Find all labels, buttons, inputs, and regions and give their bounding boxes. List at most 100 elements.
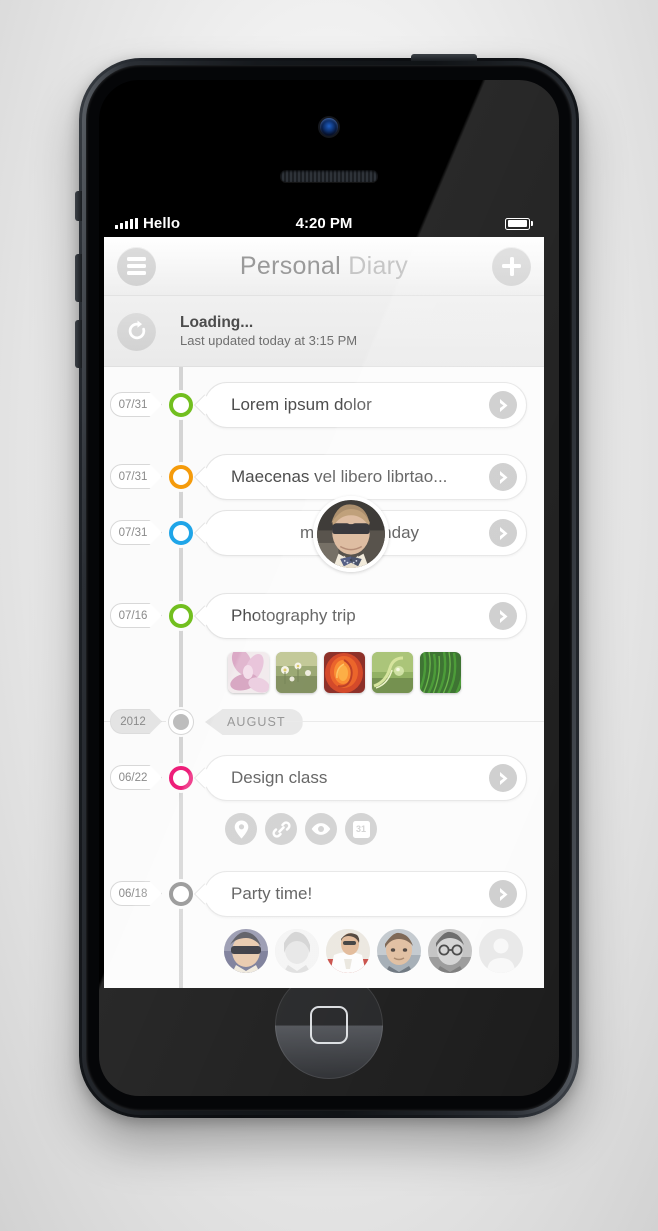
home-button-square-icon bbox=[310, 1006, 348, 1044]
entry-card[interactable]: Party time! bbox=[193, 871, 527, 917]
status-bar: Hello 4:20 PM bbox=[104, 210, 544, 237]
power-button[interactable] bbox=[411, 54, 477, 61]
entry-title: Design class bbox=[231, 768, 328, 787]
photo-thumbnail[interactable] bbox=[372, 652, 413, 693]
photo-red-rose-image bbox=[324, 652, 365, 693]
views-button[interactable] bbox=[305, 813, 337, 845]
date-badge: 07/16 bbox=[110, 603, 162, 628]
entry-card[interactable]: musHo birthday bbox=[193, 496, 527, 572]
timeline-marker bbox=[169, 393, 193, 417]
attendee-avatar[interactable] bbox=[377, 929, 421, 973]
chevron-right-icon bbox=[499, 887, 507, 901]
entry-disclosure-button[interactable] bbox=[489, 880, 517, 908]
entry-action-icons[interactable]: 31 bbox=[225, 813, 377, 845]
loading-subtitle: Last updated today at 3:15 PM bbox=[180, 332, 358, 348]
timeline-list[interactable]: 07/31 Lorem ipsum dolor 07/31 Maecenas v… bbox=[104, 367, 544, 988]
date-badge: 07/31 bbox=[110, 464, 162, 489]
timeline-marker bbox=[169, 710, 193, 734]
attendee-avatar[interactable] bbox=[224, 929, 268, 973]
face-light-image bbox=[275, 929, 319, 973]
timeline-marker bbox=[169, 604, 193, 628]
date-badge: 07/31 bbox=[110, 392, 162, 417]
entry-title: Photography trip bbox=[231, 606, 356, 625]
loading-text-block: Loading... Last updated today at 3:15 PM bbox=[170, 313, 357, 350]
attendee-avatar[interactable] bbox=[275, 929, 319, 973]
entry-disclosure-button[interactable] bbox=[489, 391, 517, 419]
signal-bars-icon bbox=[115, 218, 138, 229]
face-placeholder-image bbox=[479, 929, 523, 973]
entry-disclosure-button[interactable] bbox=[489, 764, 517, 792]
timeline-row[interactable]: 06/18 Party time! bbox=[104, 373, 544, 973]
face-white-shirt-image bbox=[326, 929, 370, 973]
eye-icon bbox=[311, 823, 331, 835]
hamburger-icon bbox=[127, 257, 146, 275]
page-title: Personal Diary bbox=[104, 252, 544, 281]
app-screen: Hello 4:20 PM Personal Diary Loading... … bbox=[104, 210, 544, 988]
photo-grass-image bbox=[420, 652, 461, 693]
entry-card[interactable]: Lorem ipsum dolor bbox=[193, 382, 527, 428]
front-camera-icon bbox=[320, 118, 338, 136]
photo-daisies-image bbox=[276, 652, 317, 693]
iphone-device: Hello 4:20 PM Personal Diary Loading... … bbox=[75, 54, 579, 1118]
plus-icon bbox=[502, 256, 521, 276]
chevron-right-icon bbox=[499, 771, 507, 785]
face-glasses-image bbox=[428, 929, 472, 973]
attendee-avatars[interactable] bbox=[224, 929, 523, 973]
avatar[interactable] bbox=[313, 496, 389, 572]
photo-thumbnail[interactable] bbox=[276, 652, 317, 693]
attendee-avatar-placeholder[interactable] bbox=[479, 929, 523, 973]
timeline-marker bbox=[169, 882, 193, 906]
entry-disclosure-button[interactable] bbox=[489, 602, 517, 630]
photo-thumbnail[interactable] bbox=[420, 652, 461, 693]
date-badge: 06/18 bbox=[110, 881, 162, 906]
calendar-button[interactable]: 31 bbox=[345, 813, 377, 845]
chevron-right-icon bbox=[499, 526, 507, 540]
battery-icon bbox=[505, 217, 533, 230]
add-entry-button[interactable] bbox=[492, 246, 531, 286]
face-man-image bbox=[377, 929, 421, 973]
refresh-icon bbox=[128, 320, 145, 340]
photo-thumbnail[interactable] bbox=[324, 652, 365, 693]
loading-title: Loading... bbox=[180, 313, 254, 331]
carrier-label: Hello bbox=[143, 215, 181, 232]
loading-header: Loading... Last updated today at 3:15 PM bbox=[104, 296, 544, 367]
entry-title: Lorem ipsum dolor bbox=[231, 395, 372, 414]
location-button[interactable] bbox=[225, 813, 257, 845]
attendee-avatar[interactable] bbox=[428, 929, 472, 973]
link-icon bbox=[271, 820, 291, 838]
face-sunglasses-image bbox=[224, 929, 268, 973]
divider-right-rule bbox=[282, 721, 544, 722]
entry-card[interactable]: Maecenas vel libero librtao... bbox=[193, 454, 527, 500]
photo-thumbnail[interactable] bbox=[228, 652, 269, 693]
entry-disclosure-button[interactable] bbox=[489, 463, 517, 491]
photo-pink-flower-image bbox=[228, 652, 269, 693]
attendee-avatar[interactable] bbox=[326, 929, 370, 973]
silent-switch[interactable] bbox=[75, 191, 82, 221]
link-button[interactable] bbox=[265, 813, 297, 845]
entry-disclosure-button[interactable] bbox=[489, 519, 517, 547]
avatar-musho-image bbox=[317, 500, 385, 568]
photo-green-leaf-image bbox=[372, 652, 413, 693]
page-title-secondary: Diary bbox=[348, 251, 409, 280]
timeline-marker bbox=[169, 766, 193, 790]
page-title-primary: Personal bbox=[239, 251, 341, 280]
year-badge: 2012 bbox=[110, 709, 162, 734]
date-badge: 06/22 bbox=[110, 765, 162, 790]
earpiece-speaker bbox=[280, 170, 378, 182]
entry-card[interactable]: Design class bbox=[193, 755, 527, 801]
menu-button[interactable] bbox=[117, 246, 156, 286]
entry-title: Maecenas vel libero librtao... bbox=[231, 467, 448, 486]
navigation-bar: Personal Diary bbox=[104, 237, 544, 296]
volume-down-button[interactable] bbox=[75, 320, 82, 368]
date-badge: 07/31 bbox=[110, 520, 162, 545]
calendar-icon: 31 bbox=[352, 820, 370, 838]
month-label: AUGUST bbox=[205, 709, 303, 735]
volume-up-button[interactable] bbox=[75, 254, 82, 302]
chevron-right-icon bbox=[499, 470, 507, 484]
chevron-right-icon bbox=[499, 609, 507, 623]
entry-title: Party time! bbox=[231, 884, 313, 903]
entry-card[interactable]: Photography trip bbox=[193, 593, 527, 639]
timeline-marker bbox=[169, 521, 193, 545]
photo-thumbnail-strip[interactable] bbox=[228, 652, 461, 693]
refresh-button[interactable] bbox=[117, 311, 156, 351]
